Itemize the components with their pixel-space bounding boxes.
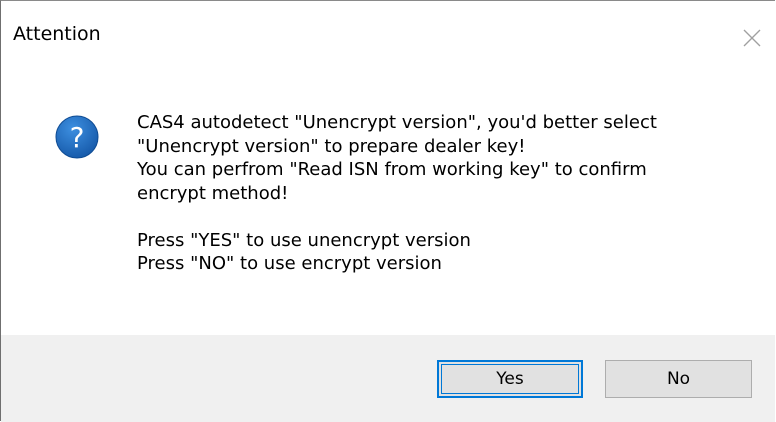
no-button[interactable]: No	[605, 360, 752, 398]
no-button-label: No	[666, 369, 691, 389]
close-button[interactable]	[741, 27, 763, 49]
svg-text:?: ?	[70, 121, 85, 154]
title-bar: Attention	[1, 1, 775, 63]
message-line: "Unencrypt version" to prepare dealer ke…	[137, 135, 526, 157]
message-spacer	[137, 205, 757, 229]
message-line: encrypt method!	[137, 182, 289, 204]
yes-button-label: Yes	[496, 369, 524, 389]
yes-button[interactable]: Yes	[437, 360, 583, 398]
question-icon: ?	[55, 115, 99, 159]
message-line: CAS4 autodetect "Unencrypt version", you…	[137, 112, 657, 133]
dialog-body: ? CAS4 autodetect "Unencrypt version", y…	[1, 63, 775, 335]
message-text: CAS4 autodetect "Unencrypt version", you…	[137, 111, 757, 276]
message-line: You can perfrom "Read ISN from working k…	[137, 159, 647, 180]
message-line: Press "NO" to use encrypt version	[137, 253, 442, 274]
message-line: Press "YES" to use unencrypt version	[137, 229, 471, 251]
close-icon	[743, 29, 761, 47]
button-bar: Yes No	[1, 335, 775, 422]
dialog-title: Attention	[13, 23, 101, 45]
message-dialog: Attention ? CAS4 autodetect "Unencrypt v…	[0, 0, 775, 422]
